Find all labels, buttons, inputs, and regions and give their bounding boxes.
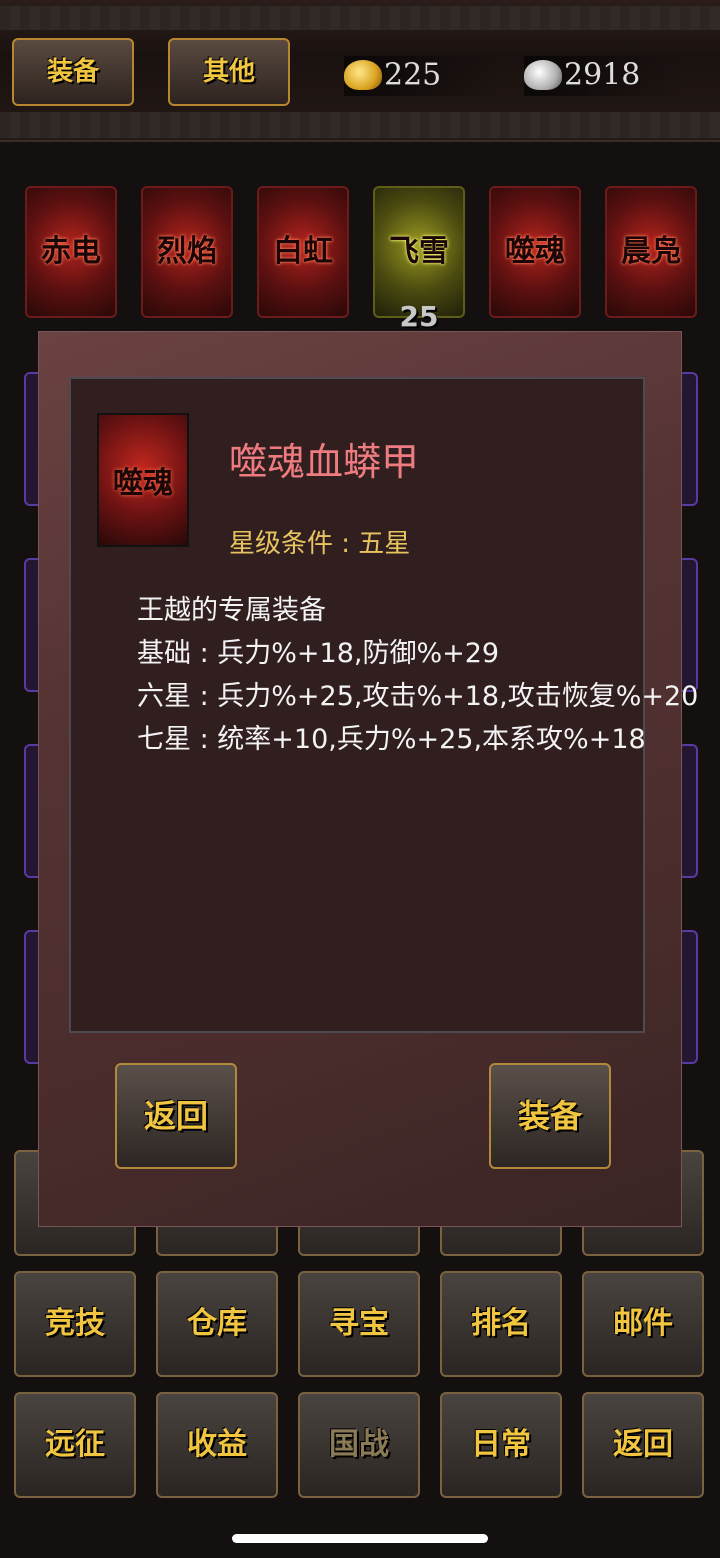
silver-currency: 2918 [524, 56, 684, 96]
expedition-button[interactable]: 远征 [14, 1392, 136, 1498]
description-line: 基础 : 兵力%+18,防御%+29 [137, 638, 500, 669]
ranking-button[interactable]: 排名 [440, 1271, 562, 1377]
item-info-panel: 噬魂 噬魂血蟒甲 星级条件 : 五星 王越的专属装备 基础 : 兵力%+18,防… [69, 377, 698, 1033]
star-requirement: 星级条件 : 五星 [229, 529, 411, 559]
item-name: 噬魂血蟒甲 [229, 440, 420, 484]
back-menu-button[interactable]: 返回 [582, 1392, 704, 1498]
equip-slot[interactable]: 烈焰 [141, 186, 233, 318]
top-decor-strip-lower [0, 112, 720, 138]
equip-slot-selected[interactable]: 飞雪 [373, 186, 465, 318]
tab-other[interactable]: 其他 [168, 38, 290, 106]
home-indicator[interactable] [232, 1534, 488, 1543]
equip-slot[interactable]: 白虹 [257, 186, 349, 318]
arena-button[interactable]: 竞技 [14, 1271, 136, 1377]
top-bar: 装备 其他 225 2918 [0, 0, 720, 142]
income-button[interactable]: 收益 [156, 1392, 278, 1498]
item-description: 王越的专属装备 基础 : 兵力%+18,防御%+29 六星 : 兵力%+25,攻… [137, 589, 698, 761]
warehouse-button[interactable]: 仓库 [156, 1271, 278, 1377]
silver-ingot-icon [524, 60, 562, 90]
treasure-hunt-button[interactable]: 寻宝 [298, 1271, 420, 1377]
equip-slot[interactable]: 晨凫 [605, 186, 697, 318]
gold-amount: 225 [384, 57, 442, 93]
slot-level-badge: 25 [399, 300, 439, 333]
daily-button[interactable]: 日常 [440, 1392, 562, 1498]
item-detail-dialog: 噬魂 噬魂血蟒甲 星级条件 : 五星 王越的专属装备 基础 : 兵力%+18,防… [38, 331, 698, 1227]
national-war-button[interactable]: 国战 [298, 1392, 420, 1498]
armor-icon: 噬魂 [97, 413, 189, 547]
gold-ingot-icon [344, 60, 382, 90]
back-button[interactable]: 返回 [115, 1063, 237, 1169]
description-line: 六星 : 兵力%+25,攻击%+18,攻击恢复%+20 [137, 681, 699, 712]
gold-currency: 225 [344, 56, 504, 96]
top-decor-strip [0, 6, 720, 30]
equip-slot[interactable]: 噬魂 [489, 186, 581, 318]
silver-amount: 2918 [564, 57, 641, 93]
description-line: 王越的专属装备 [137, 595, 326, 626]
description-line: 七星 : 统率+10,兵力%+25,本系攻%+18 [137, 724, 646, 755]
equip-button[interactable]: 装备 [489, 1063, 611, 1169]
equip-slot[interactable]: 赤电 [25, 186, 117, 318]
mail-button[interactable]: 邮件 [582, 1271, 704, 1377]
tab-equip[interactable]: 装备 [12, 38, 134, 106]
